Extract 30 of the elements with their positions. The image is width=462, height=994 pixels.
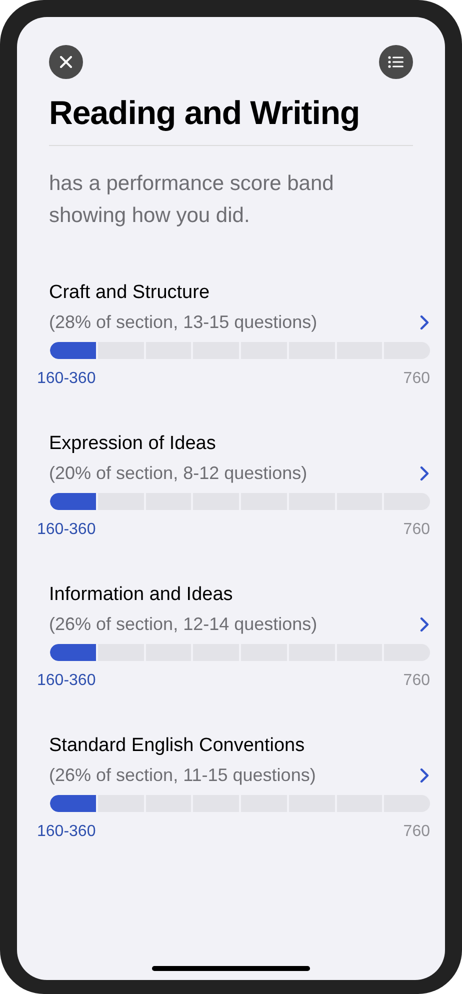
close-button[interactable] xyxy=(49,45,83,79)
chevron-right-icon[interactable] xyxy=(420,466,429,480)
score-range: 160-360 xyxy=(37,369,96,389)
domain-name: Craft and Structure xyxy=(48,281,211,305)
domain-name: Information and Ideas xyxy=(48,583,234,607)
max-score: 760 xyxy=(403,369,430,389)
intro-text: has a performance score band showing how you did. xyxy=(48,171,335,229)
score-band-segment xyxy=(98,493,144,510)
domain-name: Expression of Ideas xyxy=(48,432,217,456)
domain-detail: (28% of section, 13-15 questions) xyxy=(49,311,318,334)
score-range: 160-360 xyxy=(37,520,96,540)
close-icon xyxy=(60,56,72,68)
domain-detail: (26% of section, 11-15 questions) xyxy=(49,764,316,787)
score-band-segment xyxy=(98,795,144,812)
list-button[interactable] xyxy=(379,45,413,79)
domain-detail: (20% of section, 8-12 questions) xyxy=(49,462,308,485)
domain-name: Standard English Conventions xyxy=(48,734,306,758)
max-score: 760 xyxy=(403,520,430,540)
score-range: 160-360 xyxy=(37,822,96,842)
list-icon xyxy=(388,56,404,68)
chevron-right-icon[interactable] xyxy=(420,768,429,782)
score-band-segment xyxy=(98,644,144,661)
domain-detail: (26% of section, 12-14 questions) xyxy=(49,613,318,636)
chevron-right-icon[interactable] xyxy=(420,314,429,330)
score-range: 160-360 xyxy=(37,671,96,691)
score-band-segment xyxy=(98,342,144,359)
max-score: 760 xyxy=(403,671,430,691)
page-title: Reading and Writing xyxy=(48,93,361,133)
chevron-right-icon[interactable] xyxy=(420,616,429,632)
max-score: 760 xyxy=(403,822,430,842)
